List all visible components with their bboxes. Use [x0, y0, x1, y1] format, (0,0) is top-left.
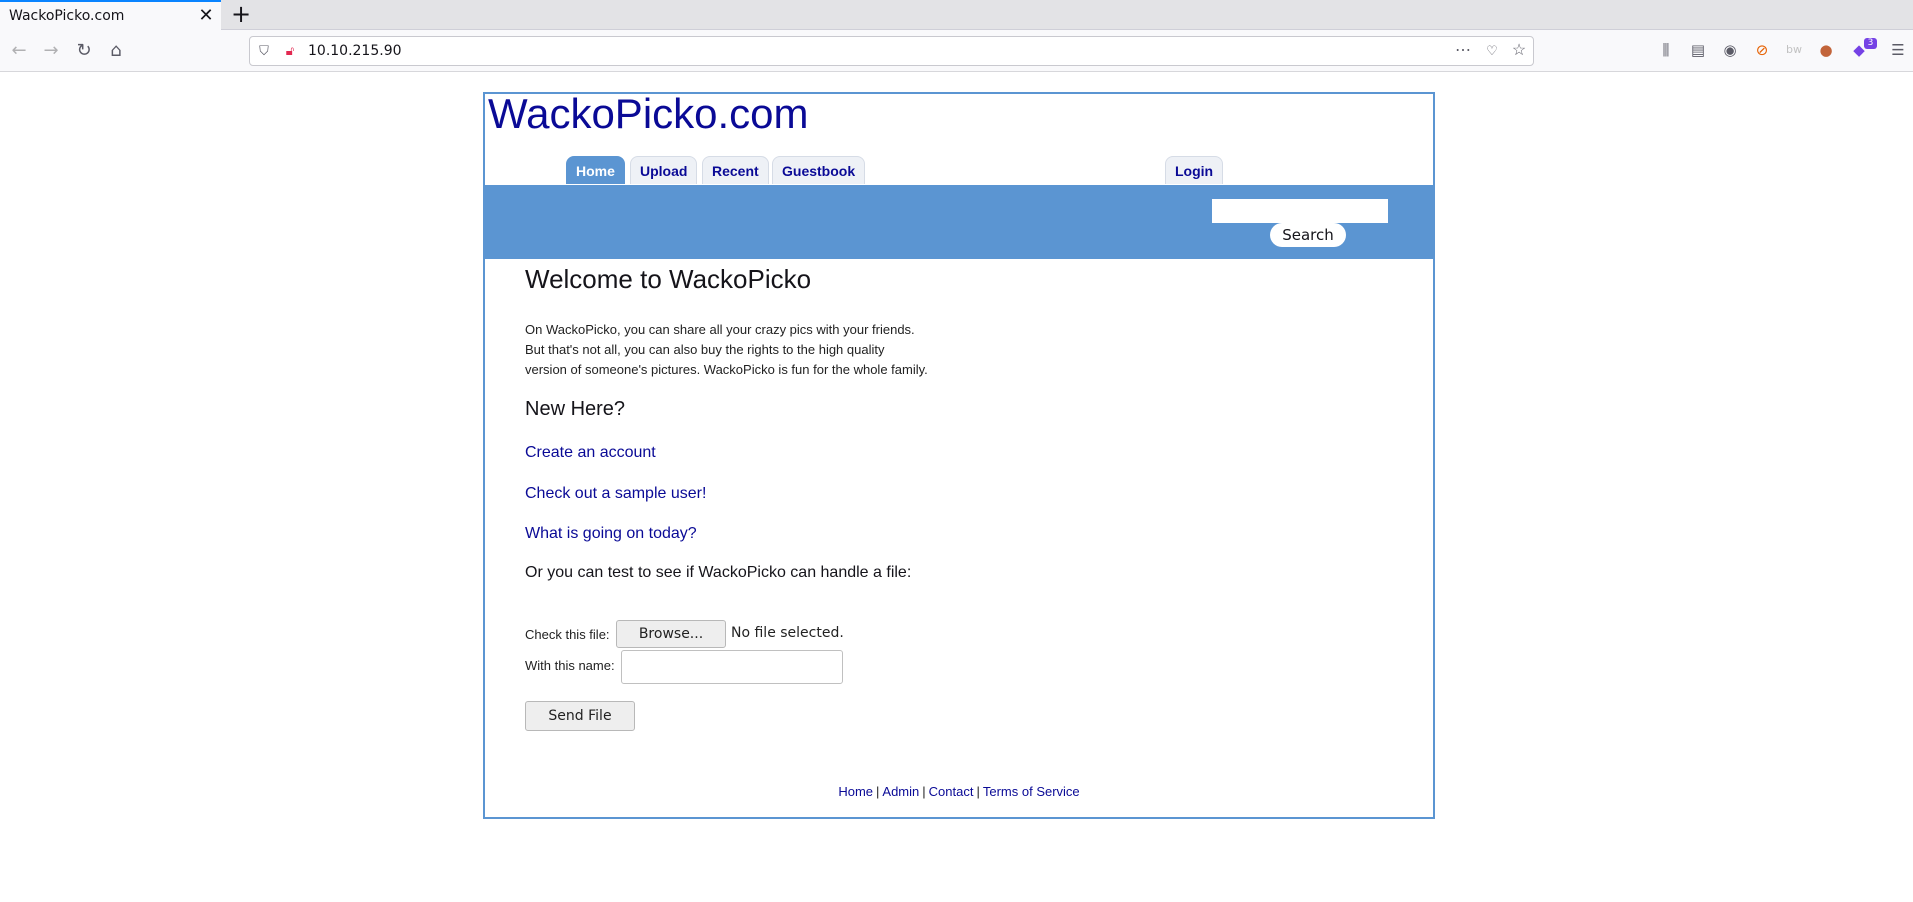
- url-bar[interactable]: ⛉ 🔓︎ 10.10.215.90 ⋯ ♡ ☆: [249, 36, 1534, 66]
- extension-blocker-icon[interactable]: ⊘: [1751, 39, 1773, 61]
- extension-bw-icon[interactable]: bw: [1783, 39, 1805, 61]
- forward-icon[interactable]: →: [38, 38, 64, 64]
- tab-recent[interactable]: Recent: [702, 156, 769, 184]
- intro-line: On WackoPicko, you can share all your cr…: [525, 322, 915, 337]
- menu-icon[interactable]: ☰: [1887, 39, 1909, 61]
- tab-home[interactable]: Home: [566, 156, 625, 184]
- new-here-heading: New Here?: [525, 398, 626, 420]
- new-tab-icon[interactable]: +: [229, 0, 253, 30]
- footer-separator: |: [876, 784, 880, 799]
- page-container: WackoPicko.com Home Upload Recent Guestb…: [483, 90, 1435, 819]
- insecure-lock-icon[interactable]: 🔓︎: [280, 41, 300, 61]
- account-icon[interactable]: ◉: [1719, 39, 1741, 61]
- browser-tab-strip: WackoPicko.com ✕ +: [0, 0, 1913, 30]
- tab-upload[interactable]: Upload: [630, 156, 698, 184]
- whats-going-on-link[interactable]: What is going on today?: [525, 525, 697, 543]
- extension-cookie-icon[interactable]: ●: [1815, 39, 1837, 61]
- footer-link-contact[interactable]: Contact: [929, 784, 974, 799]
- url-text[interactable]: 10.10.215.90: [308, 43, 402, 59]
- reload-icon[interactable]: ↻: [71, 38, 97, 64]
- check-file-label: Check this file:: [525, 627, 610, 642]
- tab-guestbook[interactable]: Guestbook: [772, 156, 866, 184]
- footer-link-terms[interactable]: Terms of Service: [983, 784, 1080, 799]
- intro-text: On WackoPicko, you can share all your cr…: [525, 320, 965, 380]
- file-test-prompt: Or you can test to see if WackoPicko can…: [525, 564, 912, 581]
- intro-line: But that's not all, you can also buy the…: [525, 342, 885, 357]
- pocket-icon[interactable]: ♡: [1482, 41, 1502, 61]
- back-icon[interactable]: ←: [6, 38, 32, 64]
- footer-separator: |: [922, 784, 926, 799]
- tab-login[interactable]: Login: [1165, 156, 1224, 184]
- send-file-button[interactable]: Send File: [525, 701, 635, 731]
- page-actions-icon[interactable]: ⋯: [1453, 41, 1473, 61]
- footer: Home | Admin | Contact | Terms of Service: [485, 784, 1433, 799]
- home-icon[interactable]: ⌂: [103, 38, 129, 64]
- sample-user-link[interactable]: Check out a sample user!: [525, 485, 706, 503]
- create-account-link[interactable]: Create an account: [525, 444, 656, 462]
- search-button[interactable]: Search: [1270, 223, 1346, 247]
- footer-separator: |: [976, 784, 980, 799]
- footer-link-home[interactable]: Home: [838, 784, 873, 799]
- extension-badge: 3: [1864, 38, 1877, 49]
- browser-tab-title: WackoPicko.com: [9, 8, 125, 24]
- page-title: Welcome to WackoPicko: [525, 264, 812, 294]
- header-band: Search: [485, 185, 1433, 259]
- browse-button[interactable]: Browse...: [616, 620, 726, 648]
- name-label: With this name:: [525, 658, 615, 673]
- file-name-input[interactable]: [621, 650, 843, 684]
- browser-toolbar: ← → ↻ ⌂ ⛉ 🔓︎ 10.10.215.90 ⋯ ♡ ☆ ⫼ ▤ ◉ ⊘ …: [0, 30, 1913, 72]
- library-icon[interactable]: ⫼: [1655, 39, 1677, 61]
- close-tab-icon[interactable]: ✕: [196, 4, 216, 28]
- no-file-selected-text: No file selected.: [731, 625, 844, 641]
- search-input[interactable]: [1212, 199, 1388, 223]
- shield-icon[interactable]: ⛉: [254, 41, 274, 61]
- footer-link-admin[interactable]: Admin: [882, 784, 919, 799]
- intro-line: version of someone's pictures. WackoPick…: [525, 362, 928, 377]
- browser-tab[interactable]: WackoPicko.com ✕: [0, 0, 221, 30]
- bookmark-star-icon[interactable]: ☆: [1509, 41, 1529, 61]
- site-logo[interactable]: WackoPicko.com: [488, 90, 809, 138]
- sidebar-icon[interactable]: ▤: [1687, 39, 1709, 61]
